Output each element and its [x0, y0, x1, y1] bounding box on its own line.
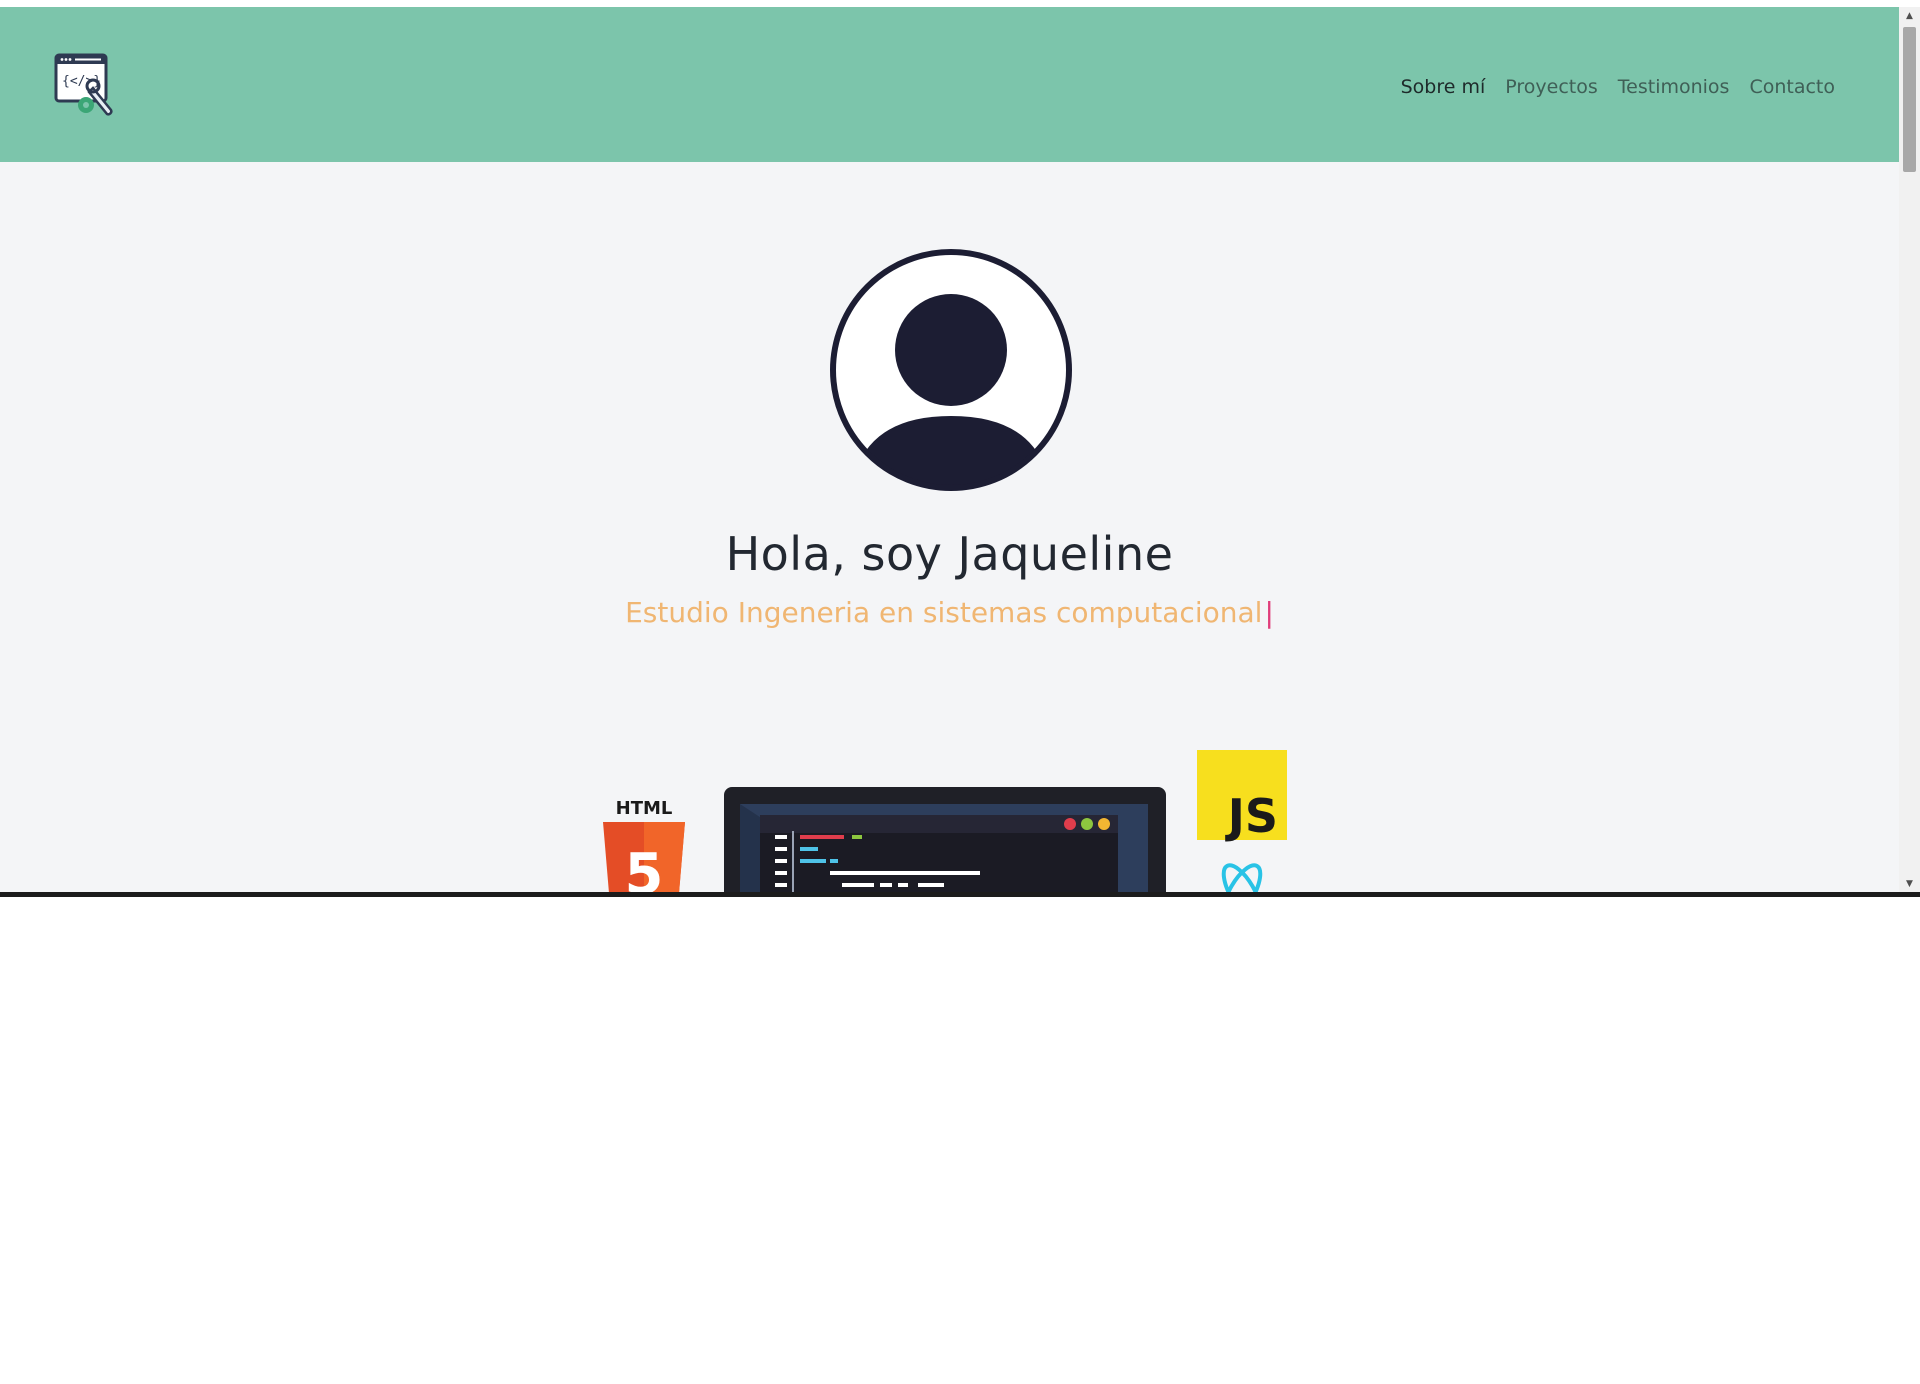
- hero-name: Hola, soy Jaqueline: [725, 527, 1174, 581]
- navbar: {</>} Sobre mí Proyectos Testimonios Con…: [0, 7, 1899, 162]
- react-icon: [1221, 863, 1263, 892]
- chevron-up-icon[interactable]: ▲: [1899, 7, 1920, 24]
- browser-top-strip: [0, 0, 1920, 7]
- viewport-bottom-border: [0, 892, 1920, 897]
- javascript-icon: JS: [1197, 750, 1287, 843]
- page-viewport: {</>} Sobre mí Proyectos Testimonios Con…: [0, 7, 1920, 892]
- code-window-wrench-icon[interactable]: {</>}: [53, 52, 119, 118]
- html5-icon: HTML 5: [603, 798, 685, 892]
- hero-subtitle: Estudio Ingeneria en sistemas computacio…: [0, 596, 1899, 629]
- nav-link-proyectos[interactable]: Proyectos: [1505, 76, 1598, 98]
- hero-subtitle-text: Estudio Ingeneria en sistemas computacio…: [625, 596, 1263, 629]
- html-badge-digit: 5: [625, 842, 664, 892]
- scrollbar-thumb[interactable]: [1903, 27, 1916, 172]
- vertical-scrollbar[interactable]: ▲ ▼: [1899, 7, 1920, 892]
- laptop-screen: [724, 787, 1166, 892]
- js-badge-label: JS: [1225, 789, 1278, 843]
- user-avatar-icon: [829, 248, 1073, 492]
- typing-cursor: |: [1264, 596, 1274, 629]
- nav-link-testimonios[interactable]: Testimonios: [1618, 76, 1730, 98]
- html-badge-label: HTML: [616, 798, 673, 819]
- nav-link-sobre-mi[interactable]: Sobre mí: [1401, 76, 1486, 98]
- nav-link-contacto[interactable]: Contacto: [1749, 76, 1835, 98]
- chevron-down-icon[interactable]: ▼: [1899, 875, 1920, 892]
- nav-menu: Sobre mí Proyectos Testimonios Contacto: [1401, 76, 1835, 98]
